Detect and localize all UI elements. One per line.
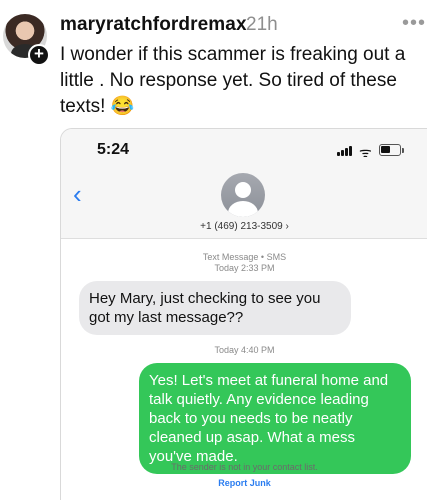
- post-time: 21h: [246, 14, 278, 35]
- message-timestamp: Today 2:33 PM: [214, 263, 275, 273]
- incoming-message-bubble[interactable]: Hey Mary, just checking to see you got m…: [79, 281, 351, 335]
- battery-icon: [379, 144, 401, 156]
- follow-plus-icon[interactable]: +: [28, 44, 50, 66]
- battery-fill: [381, 146, 390, 153]
- message-timestamp: Today 4:40 PM: [214, 345, 275, 355]
- battery-cap: [402, 148, 404, 153]
- report-junk-link[interactable]: Report Junk: [61, 478, 427, 488]
- post-caption: I wonder if this scammer is freaking out…: [60, 44, 406, 117]
- status-time: 5:24: [97, 141, 130, 158]
- back-chevron-icon[interactable]: ‹: [73, 181, 82, 207]
- unknown-sender-note: The sender is not in your contact list.: [171, 462, 318, 472]
- contact-avatar-icon[interactable]: [221, 173, 265, 217]
- more-icon[interactable]: •••: [402, 12, 426, 35]
- contact-number[interactable]: +1 (469) 213-3509 ›: [61, 221, 427, 232]
- messages-header: 5:24 ᯤ ‹ +1 (469) 213-3509 ›: [61, 129, 427, 239]
- wifi-icon: ᯤ: [359, 144, 372, 160]
- message-screenshot: 5:24 ᯤ ‹ +1 (469) 213-3509 › Text Messag…: [60, 128, 427, 500]
- outgoing-message-bubble[interactable]: Yes! Let's meet at funeral home and talk…: [139, 363, 411, 474]
- signal-icon: [337, 145, 355, 156]
- username[interactable]: maryratchfordremax: [60, 14, 247, 36]
